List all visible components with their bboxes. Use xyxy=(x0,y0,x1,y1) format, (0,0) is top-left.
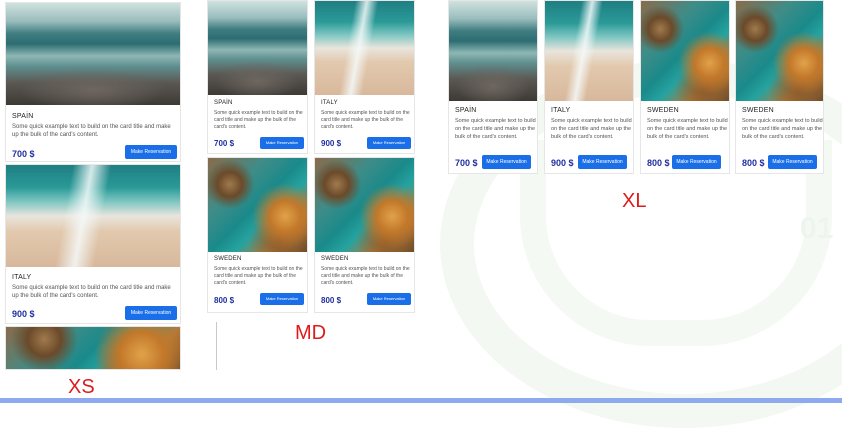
card-title: ITALY xyxy=(551,107,571,114)
card-text: Some quick example text to build on the … xyxy=(214,110,303,130)
card-price: 700 $ xyxy=(214,139,235,148)
make-reservation-button[interactable]: Make Reservation xyxy=(768,155,817,169)
xs-card-spain: SPAİN Some quick example text to build o… xyxy=(5,2,181,162)
md-card-sweden-2: SWEDEN Some quick example text to build … xyxy=(314,157,415,313)
card-price: 900 $ xyxy=(12,309,35,319)
card-text: Some quick example text to build on the … xyxy=(321,110,410,130)
card-price: 800 $ xyxy=(214,296,235,305)
xl-card-sweden-1: SWEDEN Some quick example text to build … xyxy=(640,0,730,174)
card-title: SWEDEN xyxy=(214,256,242,262)
card-title: SPAİN xyxy=(12,113,34,120)
card-text: Some quick example text to build on the … xyxy=(321,266,410,286)
card-price: 700 $ xyxy=(12,149,35,159)
make-reservation-button[interactable]: Make Reservation xyxy=(260,293,304,305)
card-price: 800 $ xyxy=(647,158,670,168)
make-reservation-button[interactable]: Make Reservation xyxy=(367,293,411,305)
card-text: Some quick example text to build on the … xyxy=(12,124,171,138)
card-image xyxy=(6,3,180,105)
card-text: Some quick example text to build on the … xyxy=(455,118,536,140)
xl-card-italy: ITALY Some quick example text to build o… xyxy=(544,0,634,174)
xs-card-sweden xyxy=(5,326,181,370)
make-reservation-button[interactable]: Make Reservation xyxy=(125,306,177,320)
make-reservation-button[interactable]: Make Reservation xyxy=(125,145,177,159)
make-reservation-button[interactable]: Make Reservation xyxy=(482,155,531,169)
card-text: Some quick example text to build on the … xyxy=(742,118,823,140)
size-label-md: MD xyxy=(295,322,327,344)
card-title: SPAİN xyxy=(455,107,477,114)
card-price: 900 $ xyxy=(551,158,574,168)
md-divider xyxy=(216,322,217,370)
make-reservation-button[interactable]: Make Reservation xyxy=(367,137,411,149)
card-image xyxy=(449,1,537,101)
make-reservation-button[interactable]: Make Reservation xyxy=(578,155,627,169)
card-image xyxy=(315,158,414,252)
card-image xyxy=(315,1,414,95)
make-reservation-button[interactable]: Make Reservation xyxy=(672,155,721,169)
md-card-spain: SPAİN Some quick example text to build o… xyxy=(207,0,308,154)
size-label-xs: XS xyxy=(68,376,95,398)
card-image xyxy=(6,165,180,267)
card-image xyxy=(6,327,180,369)
card-title: SWEDEN xyxy=(647,107,679,114)
card-title: SWEDEN xyxy=(321,256,349,262)
card-price: 800 $ xyxy=(321,296,342,305)
card-image xyxy=(736,1,823,101)
xl-card-spain: SPAİN Some quick example text to build o… xyxy=(448,0,538,174)
card-price: 800 $ xyxy=(742,158,765,168)
card-title: SPAİN xyxy=(214,100,233,106)
card-image xyxy=(208,1,307,95)
card-image xyxy=(208,158,307,252)
card-image xyxy=(641,1,729,101)
bottom-bar xyxy=(0,398,842,403)
card-image xyxy=(545,1,633,101)
card-title: ITALY xyxy=(12,274,32,281)
size-label-xl: XL xyxy=(622,190,647,212)
md-card-italy: ITALY Some quick example text to build o… xyxy=(314,0,415,154)
card-text: Some quick example text to build on the … xyxy=(647,118,728,140)
xs-card-italy: ITALY Some quick example text to build o… xyxy=(5,164,181,324)
card-text: Some quick example text to build on the … xyxy=(12,285,171,299)
md-card-sweden-1: SWEDEN Some quick example text to build … xyxy=(207,157,308,313)
card-price: 700 $ xyxy=(455,158,478,168)
card-title: SWEDEN xyxy=(742,107,774,114)
background-number: 01 xyxy=(800,212,834,245)
xl-card-sweden-2: SWEDEN Some quick example text to build … xyxy=(735,0,824,174)
card-title: ITALY xyxy=(321,100,338,106)
card-price: 900 $ xyxy=(321,139,342,148)
card-text: Some quick example text to build on the … xyxy=(214,266,303,286)
make-reservation-button[interactable]: Make Reservation xyxy=(260,137,304,149)
card-text: Some quick example text to build on the … xyxy=(551,118,632,140)
